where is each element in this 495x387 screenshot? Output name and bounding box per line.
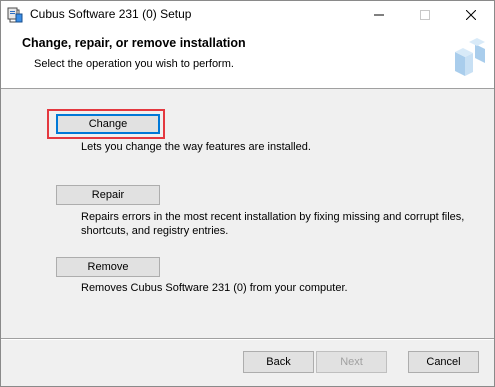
footer-divider-highlight <box>1 339 494 340</box>
cancel-button[interactable]: Cancel <box>408 351 479 373</box>
page-title: Change, repair, or remove installation <box>22 36 246 50</box>
repair-button[interactable]: Repair <box>56 185 160 205</box>
page-subtitle: Select the operation you wish to perform… <box>34 58 234 70</box>
change-button[interactable]: Change <box>56 114 160 134</box>
installer-icon <box>7 7 23 23</box>
remove-description: Removes Cubus Software 231 (0) from your… <box>81 282 348 294</box>
header-banner: Change, repair, or remove installation S… <box>1 30 494 89</box>
minimize-icon <box>374 7 384 25</box>
maximize-button[interactable] <box>402 1 448 30</box>
repair-description: Repairs errors in the most recent instal… <box>81 211 465 237</box>
maximize-icon <box>420 7 430 25</box>
minimize-button[interactable] <box>356 1 402 30</box>
setup-window: Cubus Software 231 (0) Setup Change, rep… <box>0 0 495 387</box>
remove-button[interactable]: Remove <box>56 257 160 277</box>
next-button[interactable]: Next <box>316 351 387 373</box>
title-bar[interactable]: Cubus Software 231 (0) Setup <box>1 1 494 30</box>
setup-banner-icon <box>447 38 487 80</box>
close-icon <box>465 7 477 25</box>
change-description: Lets you change the way features are ins… <box>81 141 311 153</box>
window-title: Cubus Software 231 (0) Setup <box>30 7 192 21</box>
back-button[interactable]: Back <box>243 351 314 373</box>
close-button[interactable] <box>448 1 494 30</box>
options-panel: Change Lets you change the way features … <box>1 89 494 338</box>
